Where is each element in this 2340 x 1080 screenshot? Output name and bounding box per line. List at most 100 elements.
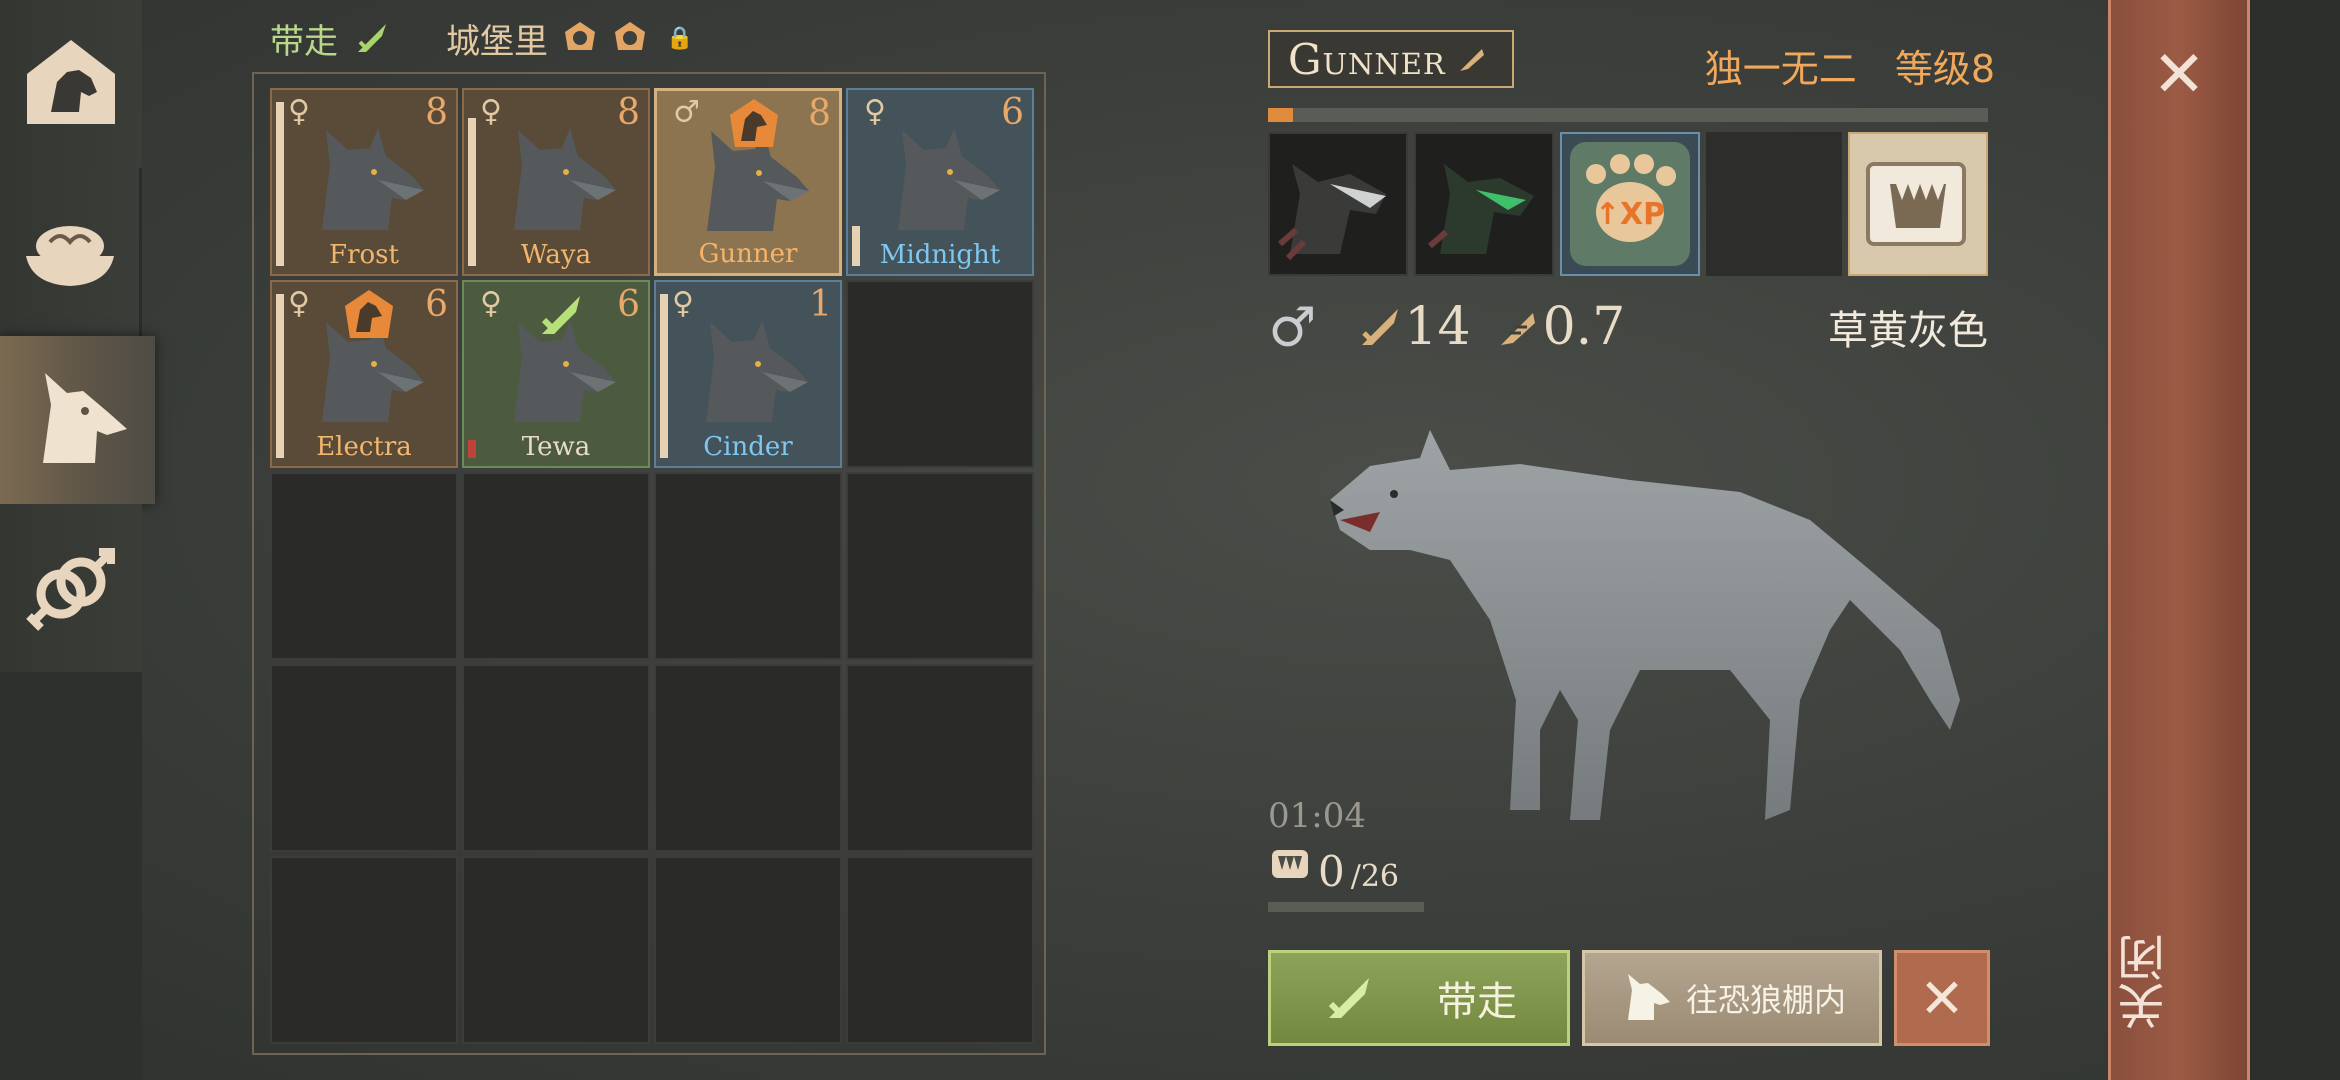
food-total: /26	[1350, 859, 1400, 894]
svg-text:↑XP: ↑XP	[1595, 197, 1665, 232]
wolf-name: Waya	[520, 240, 592, 270]
wolf-level: 1	[809, 284, 832, 325]
wolf-3d-model[interactable]	[1310, 400, 1990, 840]
wolf-portrait	[514, 128, 616, 230]
screen-edge	[2250, 0, 2340, 1080]
wolf-level: 6	[1001, 92, 1024, 133]
level-label: 等级8	[1894, 47, 1995, 91]
food-current: 0	[1318, 847, 1345, 896]
wolf-head-icon	[42, 373, 127, 463]
wolf-level: 6	[617, 284, 640, 325]
empty-slot	[270, 664, 458, 852]
close-label: 关闭	[2118, 934, 2174, 1030]
skill-slot-empty	[1706, 132, 1842, 276]
breeding-tab[interactable]	[0, 504, 142, 672]
wolf-name: Frost	[329, 240, 399, 270]
send-to-pen-label: 往恐狼棚内	[1685, 981, 1846, 1019]
empty-slot	[462, 472, 650, 660]
take-dagger-icon	[358, 24, 386, 52]
skill-slot-3[interactable]: ↑XP	[1560, 132, 1700, 276]
xp-bar-fill	[1268, 108, 1294, 122]
take-button-label: 带走	[1437, 979, 1517, 1025]
skill-slot-2[interactable]	[1414, 132, 1554, 276]
wolf-level: 8	[425, 92, 448, 133]
male-icon: ♂	[1268, 295, 1317, 359]
female-icon: ♀	[288, 286, 310, 321]
filter-bar: 带走 城堡里 🔒	[270, 14, 693, 62]
wolf-card-cinder[interactable]: ♀ 1 Cinder	[654, 280, 842, 468]
speed-value: 0.7	[1542, 297, 1626, 357]
skill-slots: ↑XP	[1268, 132, 1988, 276]
wolf-rank: 独一无二 等级8	[1705, 38, 1995, 93]
wolves-tab[interactable]	[0, 336, 155, 504]
attack-dagger-icon	[1362, 309, 1399, 345]
wolf-card-midnight[interactable]: ♀ 6 Midnight	[846, 88, 1034, 276]
pack-tab[interactable]	[0, 0, 142, 168]
side-tab-rail	[0, 0, 155, 1080]
food-tab[interactable]	[0, 168, 142, 336]
wolf-card-electra[interactable]: ♀ 6 Electra	[270, 280, 458, 468]
empty-slot	[846, 856, 1034, 1044]
release-button[interactable]: ✕	[1894, 950, 1990, 1046]
rarity-label: 独一无二	[1704, 47, 1857, 91]
empty-slot	[846, 280, 1034, 468]
wolf-card-frost[interactable]: ♀ 8 Frost	[270, 88, 458, 276]
paw-xp-skill-icon: ↑XP	[1570, 142, 1690, 266]
gender-link-icon	[26, 548, 115, 631]
take-dagger-icon	[541, 296, 580, 335]
wolf-portrait	[706, 320, 808, 422]
wolf-portrait	[898, 128, 1000, 230]
filter-castle-label[interactable]: 城堡里	[446, 14, 548, 63]
food-bar	[1268, 902, 1424, 912]
female-icon: ♀	[864, 94, 886, 129]
empty-slot	[846, 664, 1034, 852]
wolf-name: Gunner	[1288, 34, 1446, 84]
empty-slot	[846, 472, 1034, 660]
wolf-level: 8	[808, 93, 831, 134]
wolf-name: Midnight	[879, 240, 1001, 270]
empty-slot	[462, 856, 650, 1044]
close-panel[interactable]: ✕ 关闭	[2108, 0, 2250, 1080]
wolf-name-box[interactable]: Gunner	[1268, 30, 1514, 88]
wolf-head-icon	[1627, 974, 1670, 1020]
wolf-card-tewa[interactable]: ♀ 6 Tewa	[462, 280, 650, 468]
male-icon: ♂	[673, 95, 700, 130]
rename-feather-icon[interactable]	[1456, 43, 1488, 75]
wolf-level: 6	[425, 284, 448, 325]
wolf-name: Gunner	[698, 239, 798, 269]
wolf-card-gunner[interactable]: ♂ 8 Gunner	[654, 88, 842, 276]
wolf-portrait	[322, 128, 424, 230]
filter-take-label[interactable]: 带走	[270, 14, 338, 63]
lock-icon: 🔒	[666, 25, 694, 51]
wolf-level: 8	[617, 92, 640, 133]
empty-slot	[270, 856, 458, 1044]
fang-book-icon	[1866, 162, 1966, 246]
wolf-name: Tewa	[521, 432, 591, 462]
female-icon: ♀	[288, 94, 310, 129]
send-to-pen-button[interactable]: 往恐狼棚内	[1582, 950, 1882, 1046]
rail-background	[0, 672, 142, 1080]
skill-slot-1[interactable]	[1268, 132, 1408, 276]
alpha-badge-icon	[345, 290, 393, 338]
close-icon[interactable]: ✕	[2111, 38, 2247, 112]
alpha-badge-icon	[565, 22, 595, 50]
female-icon: ♀	[480, 94, 502, 129]
wolf-bite-skill-icon	[1270, 134, 1406, 274]
empty-slot	[270, 472, 458, 660]
female-icon: ♀	[480, 286, 502, 321]
codex-button[interactable]	[1848, 132, 1988, 276]
xp-bar	[1268, 108, 1988, 122]
alpha-badge-icon	[730, 99, 778, 147]
female-icon: ♀	[672, 286, 694, 321]
empty-slot	[654, 856, 842, 1044]
speed-feather-icon	[1500, 313, 1535, 345]
take-button[interactable]: 带走	[1268, 950, 1570, 1046]
food-counter: 0 /26	[1268, 842, 1399, 896]
coat-color-label: 草黄灰色	[1828, 308, 1988, 354]
wolf-grid: ♀ 8 Frost ♀ 8 Waya ♂ 8 Gunner ♀ 6 Midnight ♀ 6 Electra…	[270, 88, 1034, 1044]
take-dagger-icon	[1328, 978, 1369, 1019]
empty-slot	[654, 472, 842, 660]
wolf-name: Electra	[316, 432, 412, 462]
wolf-name: Cinder	[703, 432, 793, 462]
wolf-card-waya[interactable]: ♀ 8 Waya	[462, 88, 650, 276]
